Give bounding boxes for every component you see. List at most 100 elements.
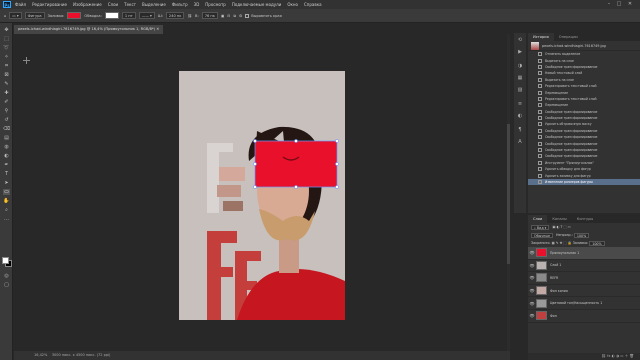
- stroke-type-select[interactable]: —— ▾: [138, 12, 155, 19]
- link-icon[interactable]: ⛓: [187, 14, 192, 18]
- dodge-tool-icon[interactable]: ◐: [3, 153, 10, 159]
- lock-icons[interactable]: ▦ ✎ ✥ ⬚ 🔒: [552, 241, 572, 245]
- type-tool-icon[interactable]: T: [3, 171, 10, 177]
- gradients-panel-icon[interactable]: ▨: [517, 87, 523, 93]
- history-item-label: Удалить обтравочную маску: [545, 122, 592, 127]
- tab-history[interactable]: История: [528, 33, 554, 41]
- eye-icon[interactable]: 👁: [528, 288, 536, 293]
- opacity-input[interactable]: 100%: [573, 232, 590, 238]
- tab-actions[interactable]: Операции: [554, 33, 583, 41]
- document-canvas[interactable]: [179, 71, 345, 320]
- app-logo: Ps: [3, 1, 11, 8]
- more-tools-icon[interactable]: …: [3, 216, 10, 222]
- filter-icons[interactable]: ▣ ◐ T ⬚ ▭: [552, 225, 570, 229]
- tab-layers[interactable]: Слои: [528, 215, 548, 223]
- home-icon[interactable]: ⌂: [4, 14, 6, 18]
- quick-mask-icon[interactable]: ◎: [3, 273, 10, 279]
- path-align-icon[interactable]: ⊟: [227, 14, 230, 18]
- menu-3d[interactable]: 3D: [194, 2, 200, 7]
- tab-channels[interactable]: Каналы: [547, 215, 571, 223]
- zoom-level[interactable]: 16,42%: [34, 353, 47, 357]
- maximize-icon[interactable]: □: [616, 1, 622, 7]
- move-tool-icon[interactable]: ✥: [3, 27, 10, 33]
- swatches-panel-icon[interactable]: ▦: [517, 75, 523, 81]
- document-tab[interactable]: pexels-ichad-windhiagiri-7616749.jpg @ 1…: [14, 25, 164, 34]
- menu-filter[interactable]: Фильтр: [172, 2, 188, 7]
- menu-plugins[interactable]: Подключаемые модули: [232, 2, 282, 7]
- lasso-tool-icon[interactable]: ➰: [3, 45, 10, 51]
- blur-tool-icon[interactable]: ◍: [3, 144, 10, 150]
- stroke-size-input[interactable]: 1 пт: [121, 12, 136, 19]
- menu-select[interactable]: Выделение: [142, 2, 166, 7]
- brush-tool-icon[interactable]: ✐: [3, 99, 10, 105]
- path-arrange-icon[interactable]: ⧉: [233, 14, 236, 18]
- width-input[interactable]: 240 пк: [165, 12, 185, 19]
- canvas-scrollbar[interactable]: [507, 34, 510, 351]
- history-brush-tool-icon[interactable]: ↺: [3, 117, 10, 123]
- eyedropper-tool-icon[interactable]: ✎: [3, 81, 10, 87]
- zoom-tool-icon[interactable]: ⌕: [3, 207, 10, 213]
- layer-row[interactable]: 👁 Слой 1: [528, 260, 640, 273]
- rectangle-tool-icon[interactable]: ▭: [3, 189, 10, 195]
- paragraph-panel-icon[interactable]: ¶: [517, 127, 523, 133]
- blend-mode-select[interactable]: Обычные: [531, 232, 553, 238]
- close-icon[interactable]: ✕: [627, 1, 633, 7]
- shape-mode-select[interactable]: Фигура: [24, 12, 45, 19]
- eye-icon[interactable]: 👁: [528, 301, 536, 306]
- menu-layer[interactable]: Слои: [108, 2, 118, 7]
- layer-row[interactable]: 👁 REFR: [528, 272, 640, 285]
- character-panel-icon[interactable]: A: [517, 139, 523, 145]
- menu-file[interactable]: Файл: [15, 2, 26, 7]
- menu-view[interactable]: Просмотр: [205, 2, 226, 7]
- pen-tool-icon[interactable]: ✒: [3, 162, 10, 168]
- history-snapshot[interactable]: pexels-ichad-windhiagiri-7616749.jpg: [528, 41, 640, 51]
- menu-window[interactable]: Окно: [287, 2, 298, 7]
- tool-preset-picker[interactable]: ▭ ▾: [9, 12, 22, 19]
- minimize-icon[interactable]: –: [606, 1, 612, 7]
- menu-type[interactable]: Текст: [124, 2, 136, 7]
- layer-row[interactable]: 👁 Фон: [528, 310, 640, 323]
- crop-tool-icon[interactable]: ⌗: [3, 63, 10, 69]
- layers-footer-icons[interactable]: ⛓ fx ◐ ◑ ▭ ＋ 🗑: [601, 354, 634, 358]
- layer-row[interactable]: 👁 Цветовой тон/Насыщенность 1: [528, 297, 640, 310]
- align-edges-checkbox[interactable]: [245, 13, 250, 18]
- height-input[interactable]: 76 пк: [201, 12, 218, 19]
- menu-edit[interactable]: Редактирование: [32, 2, 67, 7]
- history-panel-icon[interactable]: ⟲: [517, 37, 523, 43]
- eye-icon[interactable]: 👁: [528, 263, 536, 268]
- path-selection-tool-icon[interactable]: ➤: [3, 180, 10, 186]
- red-rectangle-shape[interactable]: [255, 141, 337, 187]
- layer-row[interactable]: 👁 Фон копия: [528, 285, 640, 298]
- menu-image[interactable]: Изображение: [73, 2, 102, 7]
- healing-tool-icon[interactable]: ✚: [3, 90, 10, 96]
- actions-panel-icon[interactable]: ▶: [517, 49, 523, 55]
- adjustments-panel-icon[interactable]: ◐: [517, 113, 523, 119]
- eye-icon[interactable]: 👁: [528, 313, 536, 318]
- frame-tool-icon[interactable]: ⊠: [3, 72, 10, 78]
- eye-icon[interactable]: 👁: [528, 275, 536, 280]
- stroke-swatch[interactable]: [104, 12, 119, 19]
- stamp-tool-icon[interactable]: ⚲: [3, 108, 10, 114]
- fill-input[interactable]: 100%: [589, 240, 605, 246]
- fill-swatch[interactable]: [67, 12, 82, 19]
- hand-tool-icon[interactable]: ✋: [3, 198, 10, 204]
- gear-icon[interactable]: ⚙: [239, 14, 242, 18]
- history-step-icon: [538, 109, 542, 114]
- marquee-tool-icon[interactable]: ⬚: [3, 36, 10, 42]
- path-ops-icon[interactable]: ▣: [221, 14, 224, 18]
- magic-wand-tool-icon[interactable]: ✧: [3, 54, 10, 60]
- color-panel-icon[interactable]: ◑: [517, 63, 523, 69]
- canvas-scroll-thumb[interactable]: [507, 124, 510, 264]
- tab-close-icon[interactable]: ✕: [156, 27, 159, 31]
- eye-icon[interactable]: 👁: [528, 250, 536, 255]
- layer-kind-filter[interactable]: ⌕ Вид ▾: [531, 224, 550, 230]
- foreground-color-swatch[interactable]: [2, 257, 9, 264]
- menu-help[interactable]: Справка: [304, 2, 322, 7]
- history-item[interactable]: Изменение размеров фигуры: [528, 178, 640, 186]
- layer-row[interactable]: 👁 Прямоугольник 1: [528, 247, 640, 260]
- tab-paths[interactable]: Контуры: [572, 215, 598, 223]
- gradient-tool-icon[interactable]: ▤: [3, 135, 10, 141]
- properties-panel-icon[interactable]: ≡: [517, 101, 523, 107]
- eraser-tool-icon[interactable]: ⌫: [3, 126, 10, 132]
- screen-mode-icon[interactable]: ▢: [3, 282, 10, 288]
